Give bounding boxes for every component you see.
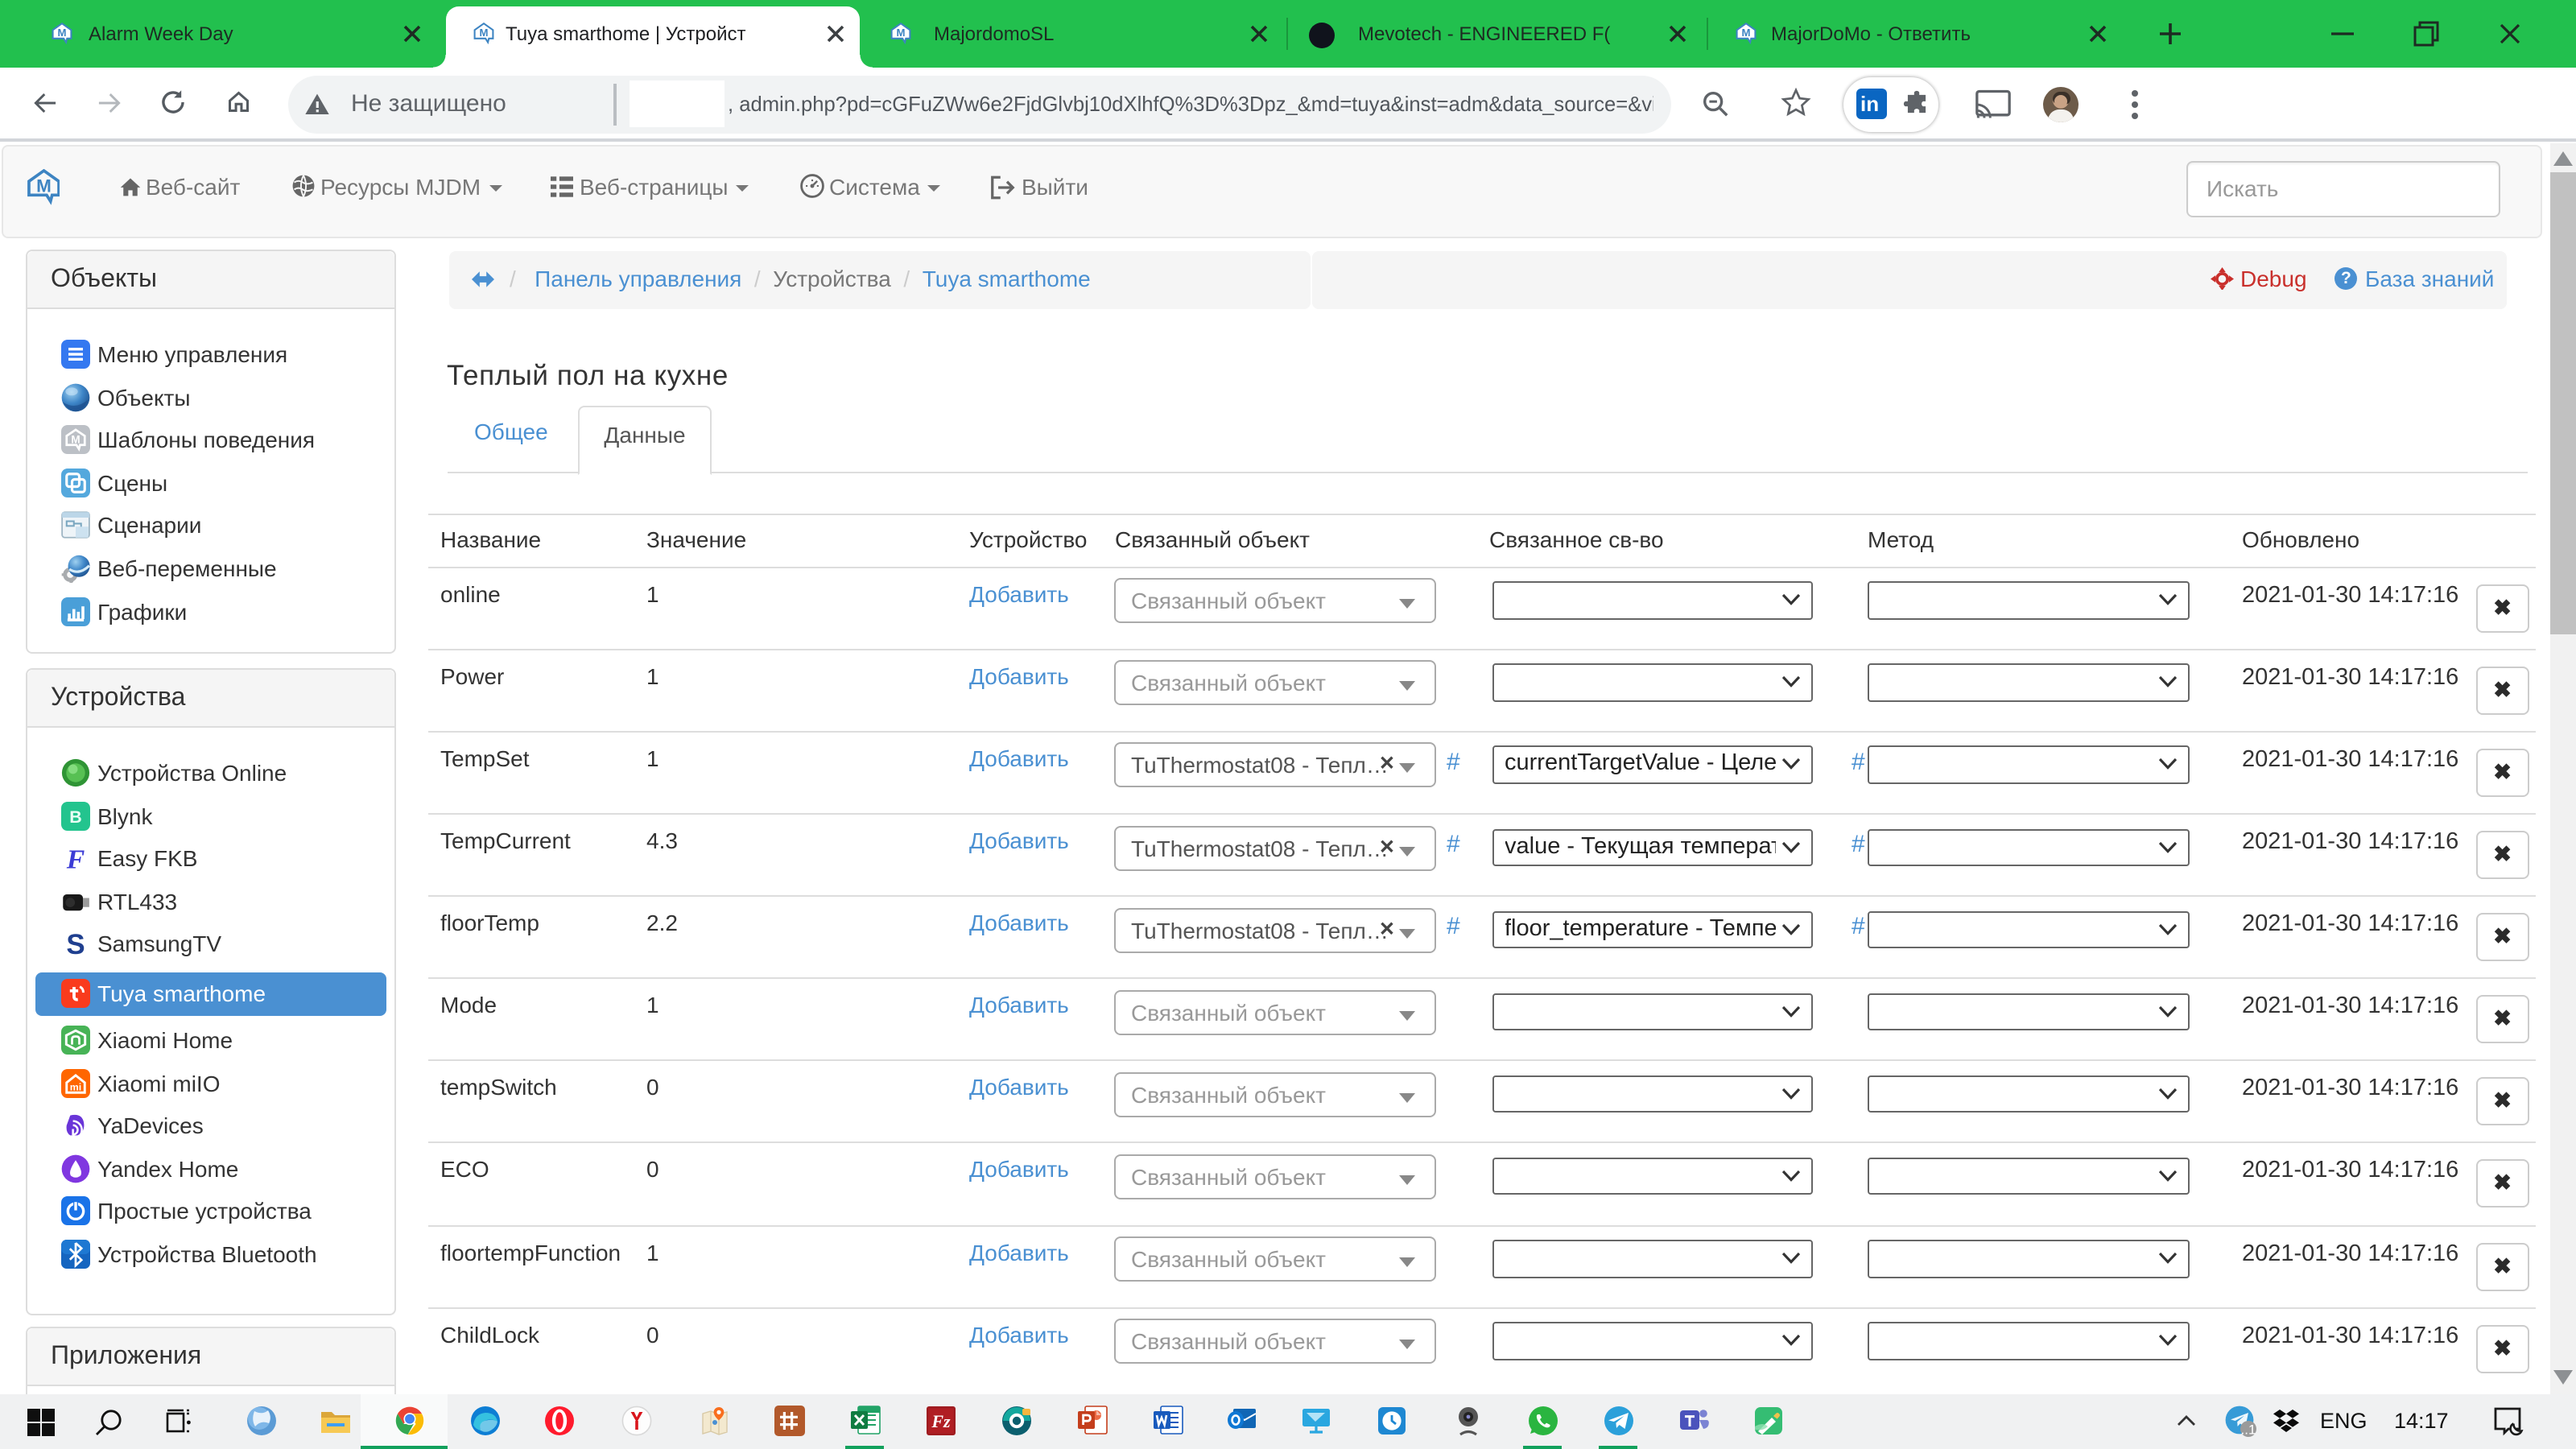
svg-text:M: M bbox=[36, 175, 52, 195]
svg-text:Fz: Fz bbox=[931, 1411, 951, 1431]
svg-text:..1: ..1 bbox=[2241, 1422, 2256, 1437]
